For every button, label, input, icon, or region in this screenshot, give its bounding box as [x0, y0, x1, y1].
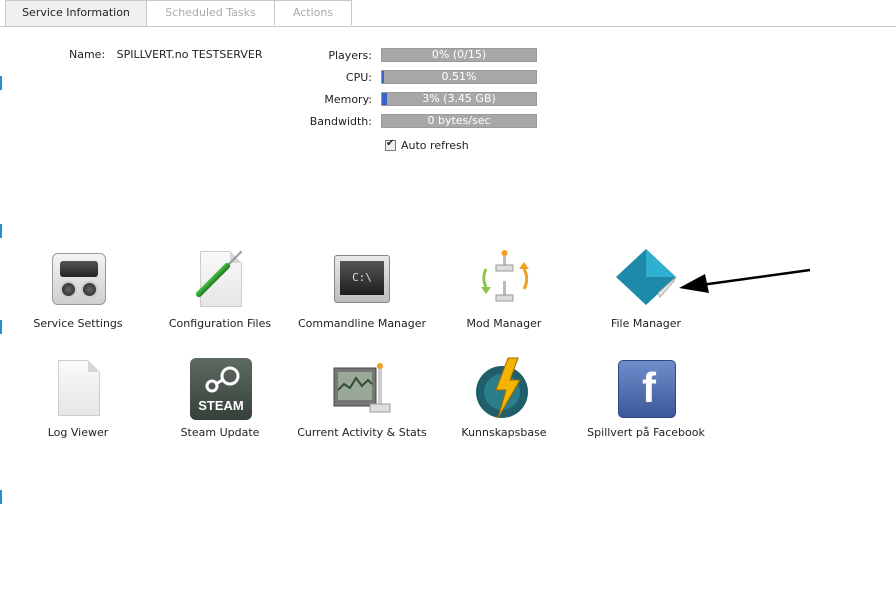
spillvert-facebook-button[interactable]: f Spillvert på Facebook [576, 356, 716, 439]
memory-bar: 3% (3.45 GB) [381, 92, 537, 106]
steam-icon: STEAM [188, 356, 252, 420]
steam-icon-text: STEAM [198, 398, 244, 413]
cpu-label: CPU: [345, 71, 372, 84]
tab-scheduled-tasks[interactable]: Scheduled Tasks [146, 0, 275, 25]
facebook-icon-letter: f [642, 364, 656, 411]
service-settings-button[interactable]: Service Settings [8, 247, 148, 330]
edge-marker [0, 320, 2, 334]
cpu-bar: 0.51% [381, 70, 537, 84]
mod-manager-button[interactable]: Mod Manager [434, 247, 574, 330]
players-value: 0% (0/15) [431, 48, 487, 61]
edge-marker [0, 224, 2, 238]
kunnskapsbase-label: Kunnskapsbase [461, 426, 547, 439]
players-label: Players: [328, 49, 372, 62]
players-bar: 0% (0/15) [381, 48, 537, 62]
auto-refresh-label: Auto refresh [401, 139, 469, 152]
tab-service-information[interactable]: Service Information [5, 0, 147, 26]
log-viewer-icon [46, 356, 110, 420]
service-settings-label: Service Settings [33, 317, 123, 330]
knowledge-base-icon [472, 356, 536, 420]
steam-update-button[interactable]: STEAM Steam Update [150, 356, 290, 439]
tab-bar: Service Information Scheduled Tasks Acti… [0, 0, 896, 27]
service-name-label: Name: [69, 48, 106, 61]
facebook-icon: f [614, 356, 678, 420]
memory-value: 3% (3.45 GB) [422, 92, 496, 105]
spillvert-facebook-label: Spillvert på Facebook [587, 426, 705, 439]
cpu-value: 0.51% [441, 70, 477, 83]
service-name-value: SPILLVERT.no TESTSERVER [116, 48, 263, 61]
bandwidth-bar: 0 bytes/sec [381, 114, 537, 128]
commandline-icon: C:\ [330, 247, 394, 311]
auto-refresh-checkbox[interactable] [385, 138, 396, 151]
current-activity-stats-button[interactable]: Current Activity & Stats [292, 356, 432, 439]
pointer-arrow [679, 268, 811, 293]
auto-refresh[interactable]: Auto refresh [385, 138, 469, 152]
memory-label: Memory: [324, 93, 372, 106]
mod-manager-icon [472, 247, 536, 311]
tab-actions[interactable]: Actions [274, 0, 352, 25]
edge-marker [0, 76, 2, 90]
current-activity-stats-label: Current Activity & Stats [297, 426, 427, 439]
edge-marker [0, 490, 2, 504]
activity-stats-icon [330, 356, 394, 420]
commandline-manager-label: Commandline Manager [297, 317, 427, 330]
commandline-manager-button[interactable]: C:\ Commandline Manager [292, 247, 432, 330]
commandline-icon-text: C:\ [352, 271, 372, 284]
bandwidth-value: 0 bytes/sec [427, 114, 491, 127]
log-viewer-label: Log Viewer [47, 426, 109, 439]
service-name: Name: SPILLVERT.no TESTSERVER [69, 48, 262, 61]
configuration-files-button[interactable]: Configuration Files [150, 247, 290, 330]
mod-manager-label: Mod Manager [466, 317, 542, 330]
log-viewer-button[interactable]: Log Viewer [8, 356, 148, 439]
service-settings-icon [46, 247, 110, 311]
file-manager-icon [614, 247, 678, 311]
file-manager-label: File Manager [610, 317, 682, 330]
kunnskapsbase-button[interactable]: Kunnskapsbase [434, 356, 574, 439]
steam-update-label: Steam Update [180, 426, 260, 439]
configuration-files-label: Configuration Files [168, 317, 272, 330]
bandwidth-label: Bandwidth: [309, 115, 372, 128]
configuration-files-icon [188, 247, 252, 311]
